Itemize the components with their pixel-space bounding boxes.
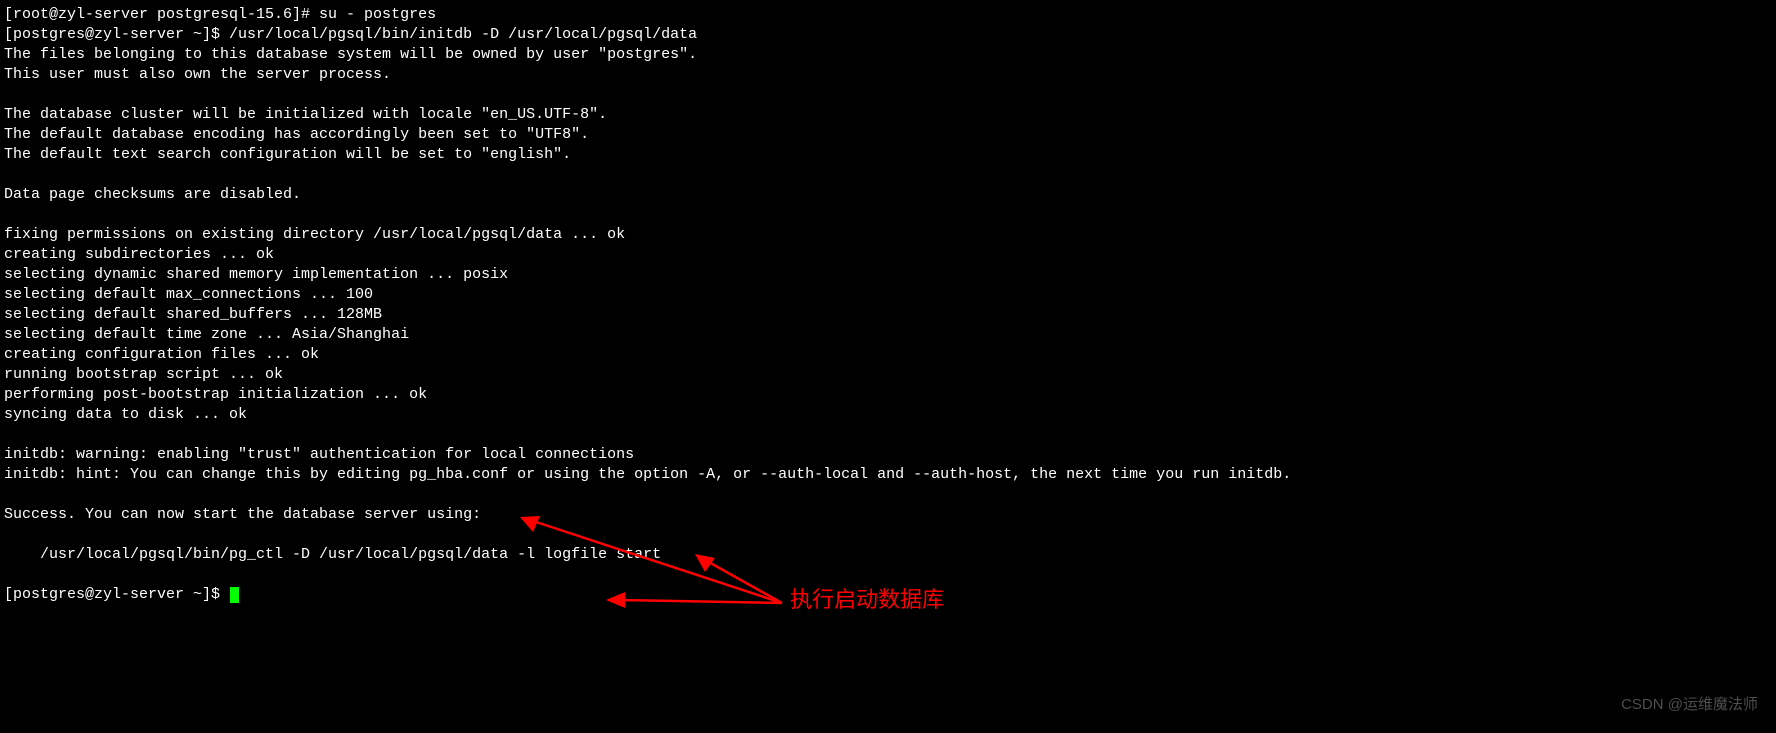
terminal-line: creating subdirectories ... ok (4, 245, 1772, 265)
terminal-line: [root@zyl-server postgresql-15.6]# su - … (4, 5, 1772, 25)
terminal-prompt-text: [postgres@zyl-server ~]$ (4, 586, 229, 603)
terminal-line (4, 565, 1772, 585)
terminal-line: selecting default shared_buffers ... 128… (4, 305, 1772, 325)
terminal-line: running bootstrap script ... ok (4, 365, 1772, 385)
terminal-line: [postgres@zyl-server ~]$ /usr/local/pgsq… (4, 25, 1772, 45)
terminal-line: syncing data to disk ... ok (4, 405, 1772, 425)
terminal-line: creating configuration files ... ok (4, 345, 1772, 365)
terminal-line: initdb: warning: enabling "trust" authen… (4, 445, 1772, 465)
terminal-line: performing post-bootstrap initialization… (4, 385, 1772, 405)
terminal-line (4, 85, 1772, 105)
terminal-line: This user must also own the server proce… (4, 65, 1772, 85)
terminal-line (4, 205, 1772, 225)
watermark: CSDN @运维魔法师 (1621, 695, 1758, 715)
terminal-line: selecting default max_connections ... 10… (4, 285, 1772, 305)
terminal-line (4, 485, 1772, 505)
terminal-line: The default text search configuration wi… (4, 145, 1772, 165)
terminal-line: The database cluster will be initialized… (4, 105, 1772, 125)
terminal-line (4, 525, 1772, 545)
terminal-line (4, 425, 1772, 445)
terminal-line: selecting dynamic shared memory implemen… (4, 265, 1772, 285)
annotation-label: 执行启动数据库 (790, 590, 944, 610)
terminal-line: /usr/local/pgsql/bin/pg_ctl -D /usr/loca… (4, 545, 1772, 565)
terminal-line (4, 165, 1772, 185)
terminal-line: Success. You can now start the database … (4, 505, 1772, 525)
terminal-line: initdb: hint: You can change this by edi… (4, 465, 1772, 485)
terminal-cursor (230, 587, 239, 603)
terminal-line: fixing permissions on existing directory… (4, 225, 1772, 245)
terminal-line: Data page checksums are disabled. (4, 185, 1772, 205)
terminal-line: selecting default time zone ... Asia/Sha… (4, 325, 1772, 345)
terminal-line: The default database encoding has accord… (4, 125, 1772, 145)
terminal-output[interactable]: [root@zyl-server postgresql-15.6]# su - … (4, 5, 1772, 605)
terminal-line: The files belonging to this database sys… (4, 45, 1772, 65)
